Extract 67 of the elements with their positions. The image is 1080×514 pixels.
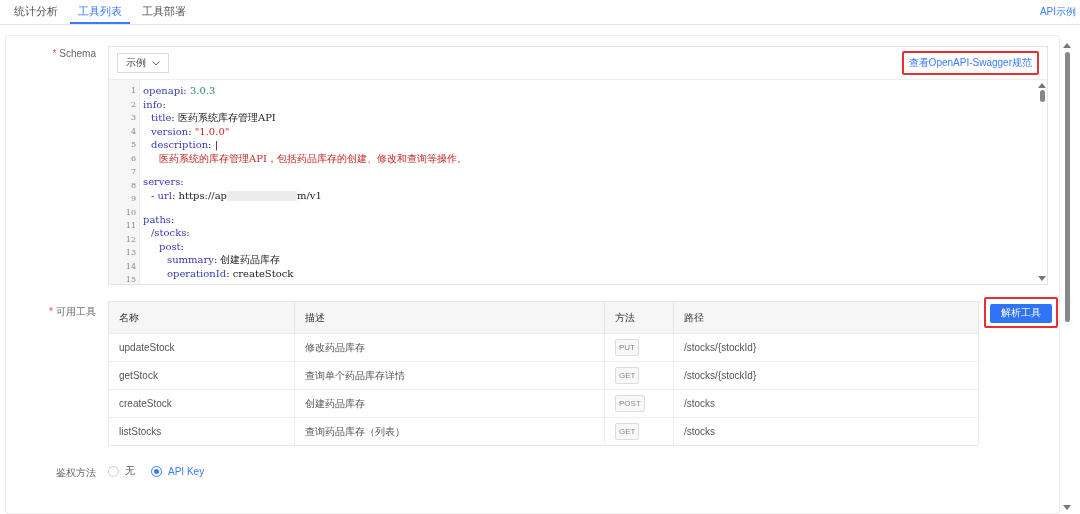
code-line: servers: bbox=[143, 175, 185, 189]
chevron-down-icon bbox=[152, 60, 160, 66]
tab[interactable]: 工具部署 bbox=[134, 0, 194, 24]
table-cell: /stocks/{stockId} bbox=[673, 333, 979, 362]
line-number: 2 bbox=[129, 98, 137, 111]
scrollbar-thumb[interactable] bbox=[1039, 90, 1045, 102]
table-cell: /stocks bbox=[673, 389, 979, 418]
scroll-up-icon[interactable] bbox=[1063, 43, 1071, 48]
code-line: info: bbox=[143, 97, 167, 111]
method-tag: POST bbox=[615, 395, 645, 412]
field-label: * Schema bbox=[51, 47, 97, 59]
method-tag: GET bbox=[615, 423, 640, 440]
scroll-up-icon[interactable] bbox=[1038, 83, 1046, 88]
method-tag: GET bbox=[615, 367, 640, 384]
line-number: 10 bbox=[124, 206, 137, 219]
table-cell: createStock bbox=[108, 389, 295, 418]
table-cell: updateStock bbox=[108, 333, 295, 362]
field-label: * 可用工具 bbox=[48, 305, 97, 319]
code-line: 医药系统的库存管理API，包括药品库存的创建、修改和查询等操作。 bbox=[158, 151, 468, 165]
line-number: 8 bbox=[129, 179, 137, 192]
line-number: 7 bbox=[129, 166, 137, 178]
line-number: 11 bbox=[124, 220, 137, 232]
radio-option[interactable]: API Key bbox=[151, 465, 205, 477]
column-header: 路径 bbox=[673, 301, 979, 334]
line-number: 15 bbox=[124, 274, 137, 286]
code-line: title: 医药系统库存管理API bbox=[150, 111, 277, 125]
table-cell: 查询药品库存（列表） bbox=[294, 417, 605, 446]
field-label: 鉴权方法 bbox=[55, 466, 97, 480]
code-line: summary: 创建药品库存 bbox=[166, 253, 282, 267]
line-number: 13 bbox=[124, 247, 137, 259]
table-cell: getStock bbox=[108, 361, 295, 390]
table-cell: /stocks bbox=[673, 417, 979, 446]
column-header: 描述 bbox=[294, 301, 605, 334]
line-number: 12 bbox=[124, 233, 137, 246]
line-number: 14 bbox=[124, 260, 137, 273]
radio-option[interactable]: 无 bbox=[108, 464, 135, 478]
line-number: 6 bbox=[129, 152, 137, 165]
api-example-link[interactable]: API示例 bbox=[1035, 0, 1080, 24]
code-line: version: "1.0.0" bbox=[150, 124, 231, 138]
column-header: 名称 bbox=[108, 301, 295, 334]
code-line: operationId: createStock bbox=[166, 266, 295, 280]
table-cell: listStocks bbox=[108, 417, 295, 446]
line-number: 9 bbox=[129, 193, 137, 205]
code-line: /stocks: bbox=[150, 226, 191, 240]
code-line: post: bbox=[158, 239, 185, 253]
scroll-down-icon[interactable] bbox=[1063, 505, 1071, 510]
scrollbar-thumb[interactable] bbox=[1064, 52, 1070, 322]
line-number: 4 bbox=[129, 125, 137, 138]
tab[interactable]: 工具列表 bbox=[70, 0, 130, 24]
column-header: 方法 bbox=[604, 301, 674, 334]
method-tag: PUT bbox=[615, 339, 639, 356]
line-number: 5 bbox=[129, 139, 137, 151]
table-cell: /stocks/{stockId} bbox=[673, 361, 979, 390]
example-select[interactable]: 示例 bbox=[117, 53, 169, 73]
table-cell: 创建药品库存 bbox=[294, 389, 605, 418]
tab[interactable]: 统计分析 bbox=[6, 0, 66, 24]
code-line: paths: bbox=[143, 212, 176, 226]
table-cell: 修改药品库存 bbox=[294, 333, 605, 362]
code-line: description: | bbox=[150, 138, 220, 152]
line-number: 1 bbox=[129, 85, 137, 97]
scroll-down-icon[interactable] bbox=[1038, 276, 1046, 281]
code-line: openapi: 3.0.3 bbox=[143, 84, 217, 98]
code-line: - url: https://ap m/v1 bbox=[150, 188, 323, 203]
parse-tools-button[interactable]: 解析工具 bbox=[990, 303, 1052, 323]
table-cell: 查询单个药品库存详情 bbox=[294, 361, 605, 390]
line-number: 3 bbox=[129, 112, 137, 124]
spec-link[interactable]: 查看OpenAPI-Swagger规范 bbox=[901, 51, 1039, 75]
